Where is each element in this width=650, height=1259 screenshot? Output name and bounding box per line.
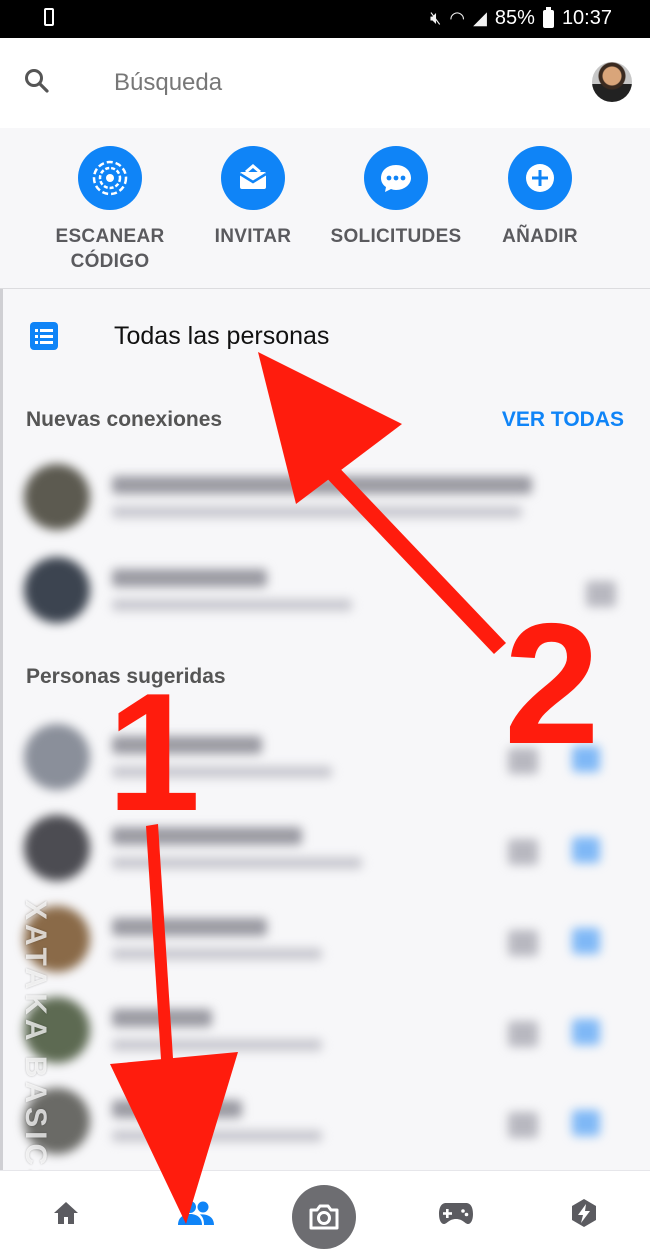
list-icon bbox=[30, 322, 58, 350]
step-number-2: 2 bbox=[504, 588, 600, 780]
avatar bbox=[24, 724, 90, 790]
battery-icon bbox=[542, 6, 554, 28]
scan-code-label: ESCANEAR CÓDIGO bbox=[55, 226, 165, 272]
all-people-row[interactable]: Todas las personas bbox=[0, 290, 650, 382]
avatar bbox=[24, 464, 90, 530]
requests-button[interactable]: SOLICITUDES bbox=[326, 146, 466, 249]
people-icon[interactable] bbox=[176, 1193, 216, 1233]
invite-label: INVITAR bbox=[214, 226, 292, 247]
scan-code-icon bbox=[78, 146, 142, 210]
scan-code-button[interactable]: ESCANEAR CÓDIGO bbox=[40, 146, 180, 274]
watermark: XATAKA BASICS bbox=[19, 880, 62, 1210]
profile-avatar[interactable] bbox=[592, 62, 632, 102]
status-bar: 🔇︎ ◠ ◢ 85% 10:37 bbox=[0, 0, 650, 38]
list-item[interactable] bbox=[0, 985, 650, 1075]
search-icon[interactable] bbox=[24, 68, 50, 94]
camera-icon bbox=[309, 1204, 339, 1230]
see-all-link[interactable]: VER TODAS bbox=[502, 408, 624, 432]
invite-icon bbox=[221, 146, 285, 210]
list-item[interactable] bbox=[0, 1076, 650, 1166]
add-button[interactable]: AÑADIR bbox=[470, 146, 610, 249]
requests-label: SOLICITUDES bbox=[330, 226, 462, 247]
status-left bbox=[44, 8, 54, 26]
battery-percent: 85% bbox=[494, 7, 535, 29]
list-item[interactable] bbox=[0, 803, 650, 893]
discover-icon[interactable] bbox=[564, 1193, 604, 1233]
quick-actions: ESCANEAR CÓDIGO INVITAR SOLICITUDES AÑAD… bbox=[0, 128, 650, 289]
phone-icon bbox=[44, 8, 54, 26]
step-number-1: 1 bbox=[107, 658, 201, 846]
add-label: AÑADIR bbox=[502, 226, 578, 247]
watermark-text: XATAKA BASICS bbox=[19, 900, 52, 1194]
camera-button[interactable] bbox=[292, 1185, 356, 1249]
avatar bbox=[24, 557, 90, 623]
home-icon[interactable] bbox=[46, 1193, 86, 1233]
search-input[interactable] bbox=[114, 66, 554, 100]
avatar bbox=[24, 815, 90, 881]
invite-button[interactable]: INVITAR bbox=[183, 146, 323, 249]
new-connections-title: Nuevas conexiones bbox=[26, 408, 223, 431]
wifi-icon: ◠ bbox=[449, 8, 466, 28]
games-icon[interactable] bbox=[436, 1193, 476, 1233]
requests-icon bbox=[364, 146, 428, 210]
clock: 10:37 bbox=[561, 7, 612, 29]
bottom-navigation bbox=[0, 1170, 650, 1259]
signal-icon: ◢ bbox=[473, 8, 487, 28]
search-bar bbox=[0, 38, 650, 129]
list-item[interactable] bbox=[0, 452, 650, 542]
mute-icon: 🔇︎ bbox=[430, 8, 442, 28]
add-icon bbox=[508, 146, 572, 210]
status-right: 🔇︎ ◠ ◢ 85% 10:37 bbox=[430, 6, 612, 30]
list-item[interactable] bbox=[0, 894, 650, 984]
all-people-label: Todas las personas bbox=[114, 322, 330, 350]
